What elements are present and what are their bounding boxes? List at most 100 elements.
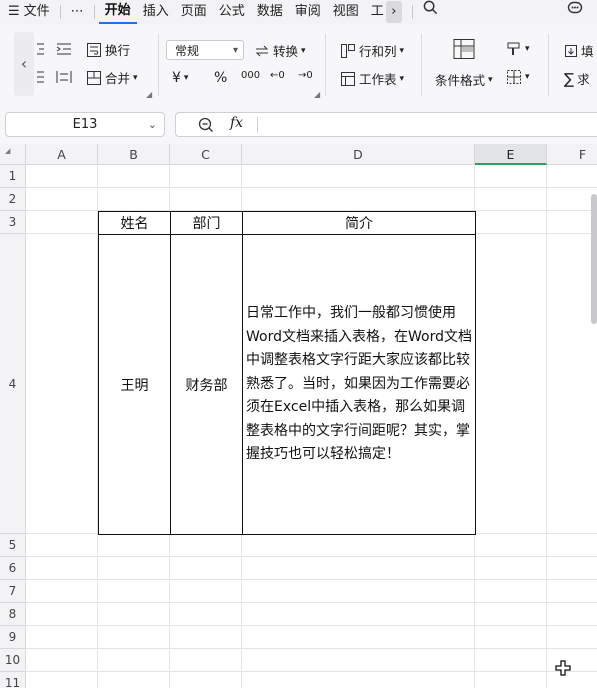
format-painter-button[interactable]: ▾ <box>506 41 530 57</box>
percent-button[interactable]: % <box>214 70 227 86</box>
row-header-8[interactable]: 8 <box>0 603 26 626</box>
gridline <box>26 602 597 603</box>
conditional-format-button[interactable]: 条件格式 ▾ <box>435 70 493 89</box>
conditional-format-icon <box>452 38 476 60</box>
currency-symbol: ¥ <box>172 70 181 86</box>
wrap-text-icon <box>87 42 101 57</box>
column-header-d[interactable]: D <box>242 144 475 165</box>
increase-decimal-button[interactable]: ←0 <box>270 70 285 81</box>
cell-reference: E13 <box>72 117 98 132</box>
rows-columns-icon <box>341 43 355 58</box>
distributed-align-icon[interactable] <box>56 70 72 84</box>
decrease-decimal-symbol: →0 <box>298 70 313 81</box>
number-format-select[interactable]: 常规 ▾ <box>166 40 244 60</box>
menu-bar: ☰ 文件 ⋯ 开始 插入 页面 公式 数据 审阅 视图 工 › <box>0 0 597 24</box>
function-icon[interactable]: fx <box>230 115 243 131</box>
wrap-text-button[interactable]: 换行 <box>86 40 130 59</box>
cell-c3-header-dept[interactable]: 部门 <box>170 211 243 235</box>
row-header-3[interactable]: 3 <box>0 211 26 234</box>
row-header-6[interactable]: 6 <box>0 557 26 580</box>
sum-button[interactable]: ∑ 求 <box>564 69 590 88</box>
number-format-value: 常规 <box>175 44 200 58</box>
cell-b4-name[interactable]: 王明 <box>98 234 171 535</box>
gridline <box>26 579 597 580</box>
tab-home[interactable]: 开始 <box>98 0 137 24</box>
cell-b3-header-name[interactable]: 姓名 <box>98 211 171 235</box>
tab-view[interactable]: 视图 <box>327 0 365 24</box>
row-header-1[interactable]: 1 <box>0 165 26 188</box>
search-icon[interactable] <box>417 0 444 24</box>
menu-file[interactable]: 文件 <box>22 0 56 24</box>
merge-button[interactable]: 合并 ▾ <box>86 68 138 87</box>
align-left-icon[interactable] <box>36 42 44 56</box>
column-header-b[interactable]: B <box>98 144 170 165</box>
menu-more[interactable]: ⋯ <box>65 0 90 24</box>
decrease-decimal-button[interactable]: →0 <box>298 70 313 81</box>
row-header-9[interactable]: 9 <box>0 626 26 649</box>
convert-icon <box>255 45 269 56</box>
chevron-down-icon: ▾ <box>399 73 405 84</box>
zoom-icon[interactable] <box>198 117 214 137</box>
tab-page[interactable]: 页面 <box>175 0 213 24</box>
tab-tools[interactable]: 工 <box>365 0 384 24</box>
tab-insert[interactable]: 插入 <box>137 0 175 24</box>
cell-d3-header-intro[interactable]: 简介 <box>242 211 476 235</box>
cell-d4-intro[interactable]: 日常工作中，我们一般都习惯使用Word文档来插入表格，在Word文档中调整表格文… <box>242 234 476 535</box>
menu-separator <box>93 5 95 19</box>
gridline <box>26 625 597 626</box>
cell-c4-dept[interactable]: 财务部 <box>170 234 243 535</box>
dialog-launcher-icon[interactable]: ◢ <box>146 90 152 99</box>
tab-review[interactable]: 审阅 <box>289 0 327 24</box>
sum-label: 求 <box>577 72 590 87</box>
row-header-4[interactable]: 4 <box>0 234 26 534</box>
tab-data[interactable]: 数据 <box>251 0 289 24</box>
spreadsheet-grid: ◢ A B C D E F 1 2 3 4 5 6 7 8 9 10 11 姓名… <box>0 144 597 688</box>
indent-increase-icon[interactable] <box>56 42 72 56</box>
increase-decimal-symbol: ←0 <box>270 70 285 81</box>
tab-formula[interactable]: 公式 <box>213 0 251 24</box>
sigma-icon: ∑ <box>564 69 575 88</box>
chevron-down-icon: ▾ <box>488 74 493 85</box>
column-header-c[interactable]: C <box>170 144 242 165</box>
paint-bucket-icon <box>507 42 520 55</box>
ribbon: ‹ 换行 合并 ▾ ◢ 常规 ▾ 转换 ▾ ¥ ▾ % 000 ←0 →0 ◢ … <box>0 24 597 105</box>
currency-button[interactable]: ¥ ▾ <box>172 70 188 86</box>
convert-button[interactable]: 转换 ▾ <box>254 41 306 60</box>
chevron-down-icon: ▾ <box>399 45 405 56</box>
hamburger-icon[interactable]: ☰ <box>0 0 22 24</box>
row-header-11[interactable]: 11 <box>0 672 26 688</box>
rows-columns-label: 行和列 <box>359 44 397 59</box>
fill-button[interactable]: 填 <box>564 41 594 60</box>
chevron-down-icon: ▾ <box>301 45 306 56</box>
vertical-scrollbar[interactable] <box>591 194 597 324</box>
formula-input[interactable]: fx <box>175 112 597 137</box>
ribbon-scroll-left-icon[interactable]: ‹ <box>14 32 34 96</box>
dialog-launcher-icon[interactable]: ◢ <box>314 90 320 99</box>
cursor-crosshair-icon <box>555 660 571 680</box>
thousands-separator-button[interactable]: 000 <box>241 70 260 81</box>
ribbon-separator <box>325 34 326 96</box>
assistant-icon[interactable] <box>561 0 589 24</box>
worksheet-icon <box>341 71 355 86</box>
worksheet-button[interactable]: 工作表 ▾ <box>340 69 404 88</box>
chevron-right-icon[interactable]: › <box>385 1 402 23</box>
column-header-f[interactable]: F <box>547 144 597 165</box>
chevron-down-icon: ▾ <box>133 72 138 83</box>
rows-columns-button[interactable]: 行和列 ▾ <box>340 41 404 60</box>
formula-separator <box>257 117 258 133</box>
name-box[interactable]: E13 ⌄ <box>5 112 165 137</box>
select-all-corner[interactable]: ◢ <box>0 144 26 165</box>
column-header-a[interactable]: A <box>26 144 98 165</box>
borders-button[interactable]: ▾ <box>506 69 530 85</box>
thousands-symbol: 000 <box>241 70 261 81</box>
row-header-2[interactable]: 2 <box>0 188 26 211</box>
borders-icon <box>507 70 521 84</box>
menu-separator <box>411 5 413 19</box>
column-header-e[interactable]: E <box>475 144 547 165</box>
row-header-7[interactable]: 7 <box>0 580 26 603</box>
gridline <box>26 556 597 557</box>
align-justify-icon[interactable] <box>36 70 44 84</box>
row-header-10[interactable]: 10 <box>0 649 26 672</box>
row-header-5[interactable]: 5 <box>0 534 26 557</box>
ribbon-separator <box>421 34 422 96</box>
